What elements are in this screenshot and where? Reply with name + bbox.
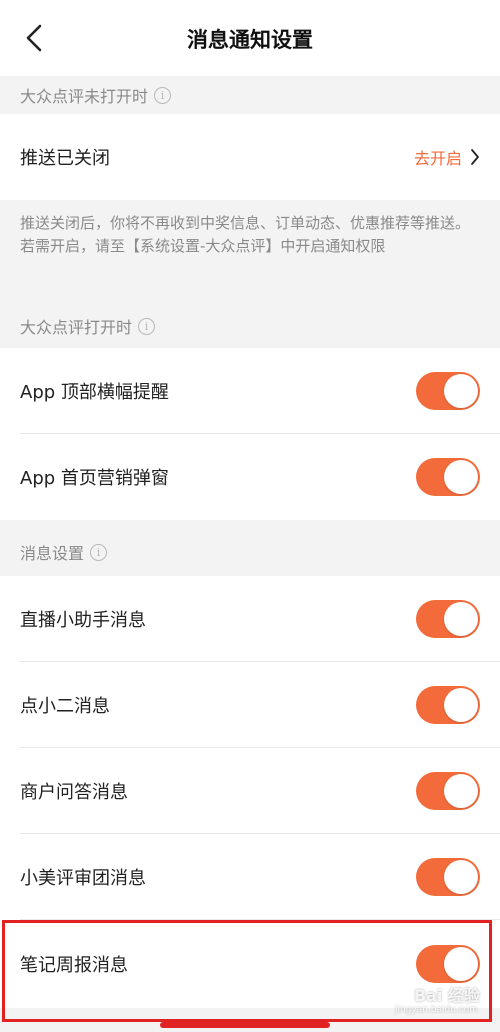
section-header-messages: 消息设置 i — [0, 532, 500, 572]
toggle-switch[interactable] — [416, 458, 480, 496]
toggle-knob — [444, 688, 478, 722]
push-notice-text: 推送关闭后，你将不再收到中奖信息、订单动态、优惠推荐等推送。若需开启，请至【系统… — [20, 214, 471, 255]
section-header-label: 大众点评打开时 — [20, 318, 133, 337]
setting-label: 笔记周报消息 — [20, 955, 128, 976]
info-icon[interactable]: i — [138, 317, 156, 335]
nav-bar: 消息通知设置 — [0, 0, 500, 76]
enable-push-label: 去开启 — [413, 149, 462, 168]
push-status-label: 推送已关闭 — [20, 148, 110, 169]
section-header-label: 消息设置 — [20, 544, 85, 563]
toggle-knob — [444, 947, 478, 981]
push-status-row[interactable]: 推送已关闭 去开启 — [0, 114, 500, 200]
setting-label: 点小二消息 — [20, 696, 110, 717]
enable-push-link[interactable]: 去开启 — [414, 145, 480, 169]
info-icon[interactable]: i — [90, 543, 108, 561]
info-icon[interactable]: i — [154, 86, 172, 104]
setting-label: 商户问答消息 — [20, 782, 128, 803]
toggle-switch[interactable] — [416, 686, 480, 724]
toggle-switch[interactable] — [416, 945, 480, 983]
chevron-right-icon — [471, 149, 479, 165]
toggle-switch[interactable] — [416, 772, 480, 810]
toggle-knob — [444, 602, 478, 636]
setting-row-live-assistant: 直播小助手消息 — [0, 576, 500, 662]
section-header-app-closed: 大众点评未打开时 i — [0, 76, 500, 114]
toggle-switch[interactable] — [416, 600, 480, 638]
setting-row-dianxiaoer: 点小二消息 — [0, 662, 500, 748]
toggle-knob — [444, 374, 478, 408]
setting-row-home-popup: App 首页营销弹窗 — [0, 434, 500, 520]
toggle-switch[interactable] — [416, 858, 480, 896]
setting-label: 小美评审团消息 — [20, 868, 146, 889]
toggle-knob — [444, 860, 478, 894]
setting-row-review-panel: 小美评审团消息 — [0, 834, 500, 920]
setting-label: App 顶部横幅提醒 — [20, 382, 169, 403]
toggle-switch[interactable] — [416, 372, 480, 410]
setting-label: App 首页营销弹窗 — [20, 468, 169, 489]
setting-label: 直播小助手消息 — [20, 610, 146, 631]
watermark-url: jingyan.baidu.com — [394, 1005, 478, 1015]
toggle-knob — [444, 774, 478, 808]
section-header-app-open: 大众点评打开时 i — [0, 306, 500, 346]
setting-row-merchant-qa: 商户问答消息 — [0, 748, 500, 834]
section-header-label: 大众点评未打开时 — [20, 87, 149, 106]
bottom-highlight-bar — [160, 1022, 330, 1028]
setting-row-top-banner: App 顶部横幅提醒 — [0, 348, 500, 434]
page-title: 消息通知设置 — [187, 28, 313, 52]
toggle-knob — [444, 460, 478, 494]
watermark: Bai 经验 — [413, 986, 480, 1005]
